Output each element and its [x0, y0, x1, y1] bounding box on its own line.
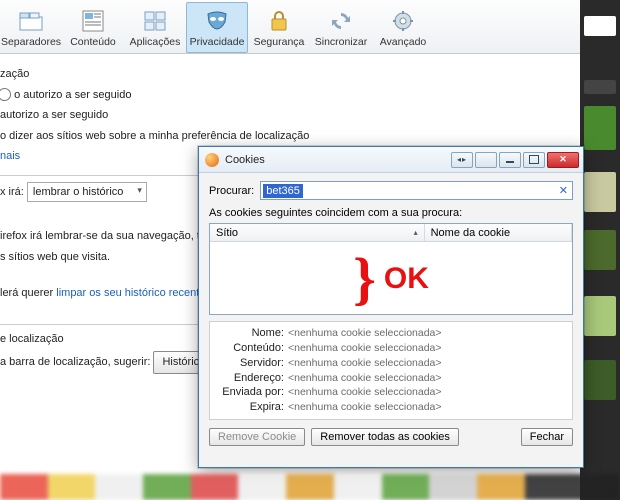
- privacy-mask-icon: [204, 8, 230, 34]
- tab-label: Aplicações: [130, 36, 181, 48]
- dialog-title: Cookies: [225, 154, 451, 166]
- list-empty-content: }OK: [210, 242, 572, 316]
- detail-endereco-value: <nenhuma cookie seleccionada>: [288, 371, 442, 386]
- tab-label: Privacidade: [190, 36, 245, 48]
- detail-servidor-label: Servidor:: [216, 356, 288, 371]
- window-minimize-button[interactable]: [499, 152, 521, 168]
- window-close-button[interactable]: ✕: [547, 152, 579, 168]
- advanced-gear-icon: [390, 8, 416, 34]
- detail-enviada-value: <nenhuma cookie seleccionada>: [288, 385, 442, 400]
- history-mode-dropdown[interactable]: lembrar o histórico: [27, 182, 147, 203]
- cookie-list[interactable]: Sítio▴ Nome da cookie }OK: [209, 223, 573, 315]
- tab-avancado[interactable]: Avançado: [372, 2, 434, 53]
- tab-separadores[interactable]: Separadores: [0, 2, 62, 53]
- window-blank-button[interactable]: [475, 152, 497, 168]
- tab-label: Sincronizar: [315, 36, 368, 48]
- remove-cookie-button[interactable]: Remove Cookie: [209, 428, 305, 446]
- bottom-blurred-tabs: [0, 474, 620, 500]
- firefox-icon: [205, 153, 219, 167]
- tracking-radio-1[interactable]: [0, 88, 11, 101]
- search-selected-text: bet365: [263, 184, 303, 198]
- tab-label: Avançado: [380, 36, 427, 48]
- detail-endereco-label: Endereço:: [216, 371, 288, 386]
- tab-seguranca[interactable]: Segurança: [248, 2, 310, 53]
- tab-label: Conteúdo: [70, 36, 116, 48]
- tabs-icon: [18, 8, 44, 34]
- sync-icon: [328, 8, 354, 34]
- column-site[interactable]: Sítio▴: [210, 224, 425, 241]
- detail-conteudo-value: <nenhuma cookie seleccionada>: [288, 341, 442, 356]
- tracking-opt1-label: o autorizo a ser seguido: [14, 89, 131, 101]
- detail-conteudo-label: Conteúdo:: [216, 341, 288, 356]
- tab-aplicacoes[interactable]: Aplicações: [124, 2, 186, 53]
- tracking-heading: zação: [0, 66, 610, 83]
- detail-expira-value: <nenhuma cookie seleccionada>: [288, 400, 442, 415]
- detail-nome-value: <nenhuma cookie seleccionada>: [288, 326, 442, 341]
- cookie-detail-box: Nome:<nenhuma cookie seleccionada> Conte…: [209, 321, 573, 420]
- remove-all-cookies-button[interactable]: Remover todas as cookies: [311, 428, 459, 446]
- clear-history-link[interactable]: limpar os seu histórico recente: [56, 287, 205, 299]
- tab-sincronizar[interactable]: Sincronizar: [310, 2, 372, 53]
- history-label: x irá:: [0, 186, 24, 198]
- dialog-titlebar[interactable]: Cookies ✕: [199, 147, 583, 173]
- tracking-more-link[interactable]: nais: [0, 150, 20, 162]
- column-cookie-name[interactable]: Nome da cookie: [425, 224, 572, 241]
- tab-label: Segurança: [254, 36, 305, 48]
- tracking-opt2-label: autorizo a ser seguido: [0, 109, 108, 121]
- search-label: Procurar:: [209, 185, 254, 197]
- detail-expira-label: Expira:: [216, 400, 288, 415]
- detail-nome-label: Nome:: [216, 326, 288, 341]
- content-icon: [80, 8, 106, 34]
- sort-indicator-icon: ▴: [414, 228, 418, 237]
- window-nav-button[interactable]: [451, 152, 473, 168]
- list-header: Sítio▴ Nome da cookie: [210, 224, 572, 242]
- want-text1: lerá querer: [0, 287, 56, 299]
- security-lock-icon: [266, 8, 292, 34]
- locationbar-label: a barra de localização, sugerir:: [0, 356, 150, 368]
- ok-annotation: }OK: [353, 262, 429, 297]
- tab-label: Separadores: [1, 36, 61, 48]
- cookie-search-input[interactable]: bet365 ✕: [260, 181, 573, 200]
- tracking-opt3-label: o dizer aos sítios web sobre a minha pre…: [0, 130, 309, 142]
- cookies-dialog: Cookies ✕ Procurar: bet365 ✕ As cookies …: [198, 146, 584, 468]
- detail-servidor-value: <nenhuma cookie seleccionada>: [288, 356, 442, 371]
- match-text: As cookies seguintes coincidem com a sua…: [209, 207, 573, 219]
- tab-conteudo[interactable]: Conteúdo: [62, 2, 124, 53]
- applications-icon: [142, 8, 168, 34]
- detail-enviada-label: Enviada por:: [216, 385, 288, 400]
- tab-privacidade[interactable]: Privacidade: [186, 2, 248, 53]
- search-clear-icon[interactable]: ✕: [559, 184, 568, 197]
- close-dialog-button[interactable]: Fechar: [521, 428, 573, 446]
- preferences-toolbar: Separadores Conteúdo Aplicações Privacid…: [0, 0, 620, 54]
- window-maximize-button[interactable]: [523, 152, 545, 168]
- background-strip: [580, 0, 620, 500]
